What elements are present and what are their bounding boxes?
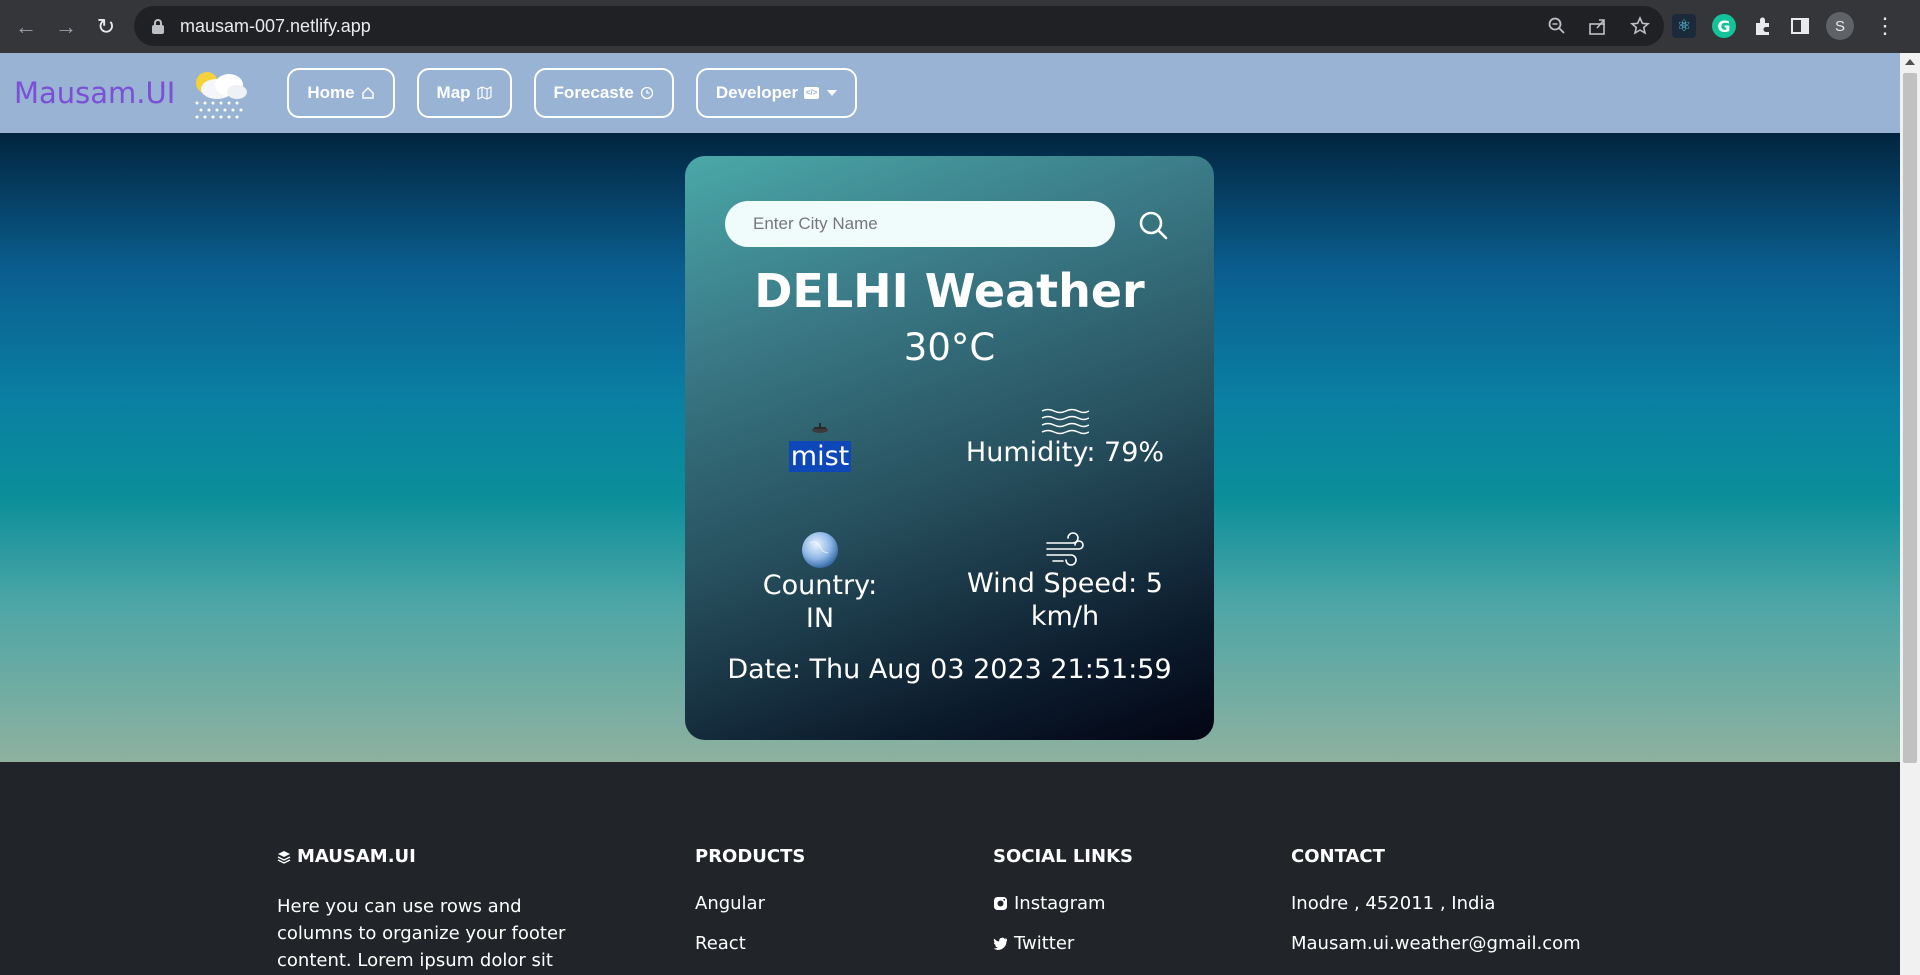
web-page: Mausam.UI Home Map Forecaste Developer <…	[0, 53, 1900, 975]
globe-icon	[802, 532, 838, 568]
footer-link-react[interactable]: React	[695, 933, 805, 954]
grammarly-icon[interactable]: G	[1712, 14, 1736, 38]
extensions-puzzle-icon[interactable]	[1752, 15, 1774, 37]
page-scrollbar[interactable]	[1900, 53, 1920, 975]
wind-text-line1: Wind Speed: 5	[967, 568, 1163, 599]
footer-address: Inodre , 452011 , India	[1291, 893, 1496, 914]
condition-text: mist	[788, 441, 852, 472]
home-icon	[361, 87, 374, 99]
temperature: 30°C	[903, 326, 996, 369]
country-text: Country: IN	[762, 570, 878, 634]
nav-home-button[interactable]: Home	[287, 68, 395, 118]
footer-products-heading: PRODUCTS	[695, 846, 806, 867]
footer-contact-column: CONTACT Inodre , 452011 , India Mausam.u…	[1291, 846, 1581, 973]
wind-stat: Wind Speed: 5 km/h	[965, 531, 1165, 633]
bookmark-star-icon[interactable]	[1630, 16, 1650, 36]
zoom-icon[interactable]	[1548, 17, 1566, 35]
forward-arrow-icon[interactable]: →	[46, 7, 86, 47]
browser-toolbar: ← → ↻ mausam-007.netlify.app ⚛ G S ⋮	[0, 0, 1920, 53]
search-icon[interactable]	[1137, 209, 1169, 241]
reload-icon[interactable]: ↻	[86, 7, 126, 47]
footer-about-column: MAUSAM.UI Here you can use rows and colu…	[277, 846, 597, 975]
nav-developer-dropdown[interactable]: Developer </>	[695, 68, 858, 118]
twitter-icon	[993, 937, 1008, 950]
scrollbar-thumb[interactable]	[1903, 73, 1917, 763]
nav-forecaste-label: Forecaste	[553, 83, 634, 102]
city-title: DELHI Weather	[754, 264, 1145, 318]
site-footer: MAUSAM.UI Here you can use rows and colu…	[0, 762, 1900, 975]
mist-icon	[812, 423, 828, 433]
footer-email[interactable]: Mausam.ui.weather@gmail.com	[1291, 933, 1581, 954]
react-devtools-icon[interactable]: ⚛	[1672, 14, 1696, 38]
wind-text-line2: km/h	[1030, 601, 1100, 632]
back-arrow-icon[interactable]: ←	[6, 7, 46, 47]
footer-contact-heading: CONTACT	[1291, 846, 1385, 867]
wind-icon	[1046, 532, 1084, 566]
footer-brand-heading: MAUSAM.UI	[277, 846, 597, 867]
instagram-icon	[994, 897, 1007, 910]
footer-link-twitter[interactable]: Twitter	[993, 933, 1133, 954]
brand-name[interactable]: Mausam.UI	[14, 76, 175, 110]
twitter-label: Twitter	[1014, 933, 1075, 954]
nav-home-label: Home	[307, 83, 355, 102]
weather-card: DELHI Weather 30°C mist Humidity: 79%	[685, 156, 1214, 740]
site-navbar: Mausam.UI Home Map Forecaste Developer <…	[0, 53, 1900, 133]
url-text[interactable]: mausam-007.netlify.app	[180, 16, 371, 37]
nav-forecaste-button[interactable]: Forecaste	[533, 68, 674, 118]
weather-cloud-logo-icon	[195, 72, 248, 119]
city-search-input[interactable]	[725, 201, 1115, 247]
menu-kebab-icon[interactable]: ⋮	[1874, 13, 1896, 39]
nav-map-button[interactable]: Map	[416, 68, 512, 118]
date-text: Date: Thu Aug 03 2023 21:51:59	[727, 654, 1172, 685]
clock-icon	[640, 86, 654, 100]
humidity-text: Humidity: 79%	[965, 437, 1165, 468]
footer-products-column: PRODUCTS Angular React	[695, 846, 805, 973]
footer-social-column: SOCIAL LINKS Instagram Twitter	[993, 846, 1133, 973]
share-icon[interactable]	[1588, 17, 1608, 35]
scroll-up-arrow-icon[interactable]	[1905, 59, 1915, 65]
nav-map-label: Map	[436, 83, 471, 102]
chevron-down-icon	[827, 90, 838, 96]
lock-icon[interactable]	[152, 18, 164, 34]
brand[interactable]: Mausam.UI	[14, 67, 249, 119]
humidity-waves-icon	[1041, 408, 1089, 435]
humidity-stat: Humidity: 79%	[965, 408, 1165, 469]
footer-brand-text: MAUSAM.UI	[297, 846, 416, 867]
footer-link-instagram[interactable]: Instagram	[993, 893, 1133, 914]
footer-social-heading: SOCIAL LINKS	[993, 846, 1133, 867]
profile-avatar[interactable]: S	[1826, 12, 1854, 40]
address-bar[interactable]: mausam-007.netlify.app	[134, 6, 1664, 46]
map-icon	[476, 86, 492, 100]
search-bar	[725, 201, 1175, 247]
country-stat: Country: IN	[745, 531, 895, 635]
layers-icon	[277, 850, 291, 864]
instagram-label: Instagram	[1014, 893, 1106, 914]
footer-about-text: Here you can use rows and columns to org…	[277, 896, 566, 971]
code-icon: </>	[804, 87, 820, 99]
footer-link-angular[interactable]: Angular	[695, 893, 805, 914]
nav-developer-label: Developer	[715, 83, 799, 102]
condition-stat: mist	[755, 418, 885, 473]
side-panel-icon[interactable]	[1790, 16, 1810, 36]
